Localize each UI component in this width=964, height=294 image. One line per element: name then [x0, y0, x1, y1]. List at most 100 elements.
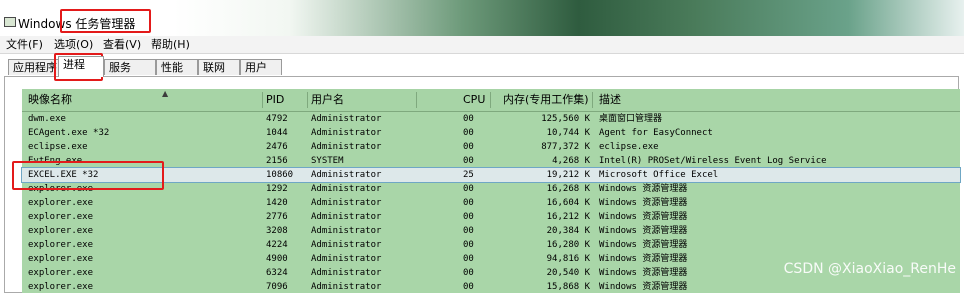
table-row[interactable]: explorer.exe 4224 Administrator 00 16,280 K W… [22, 238, 960, 252]
user-cell: Administrator [311, 198, 382, 208]
memory-cell: 16,604 K [546, 198, 590, 208]
tab-processes[interactable]: 进程 [58, 56, 104, 77]
user-cell: Administrator [311, 282, 382, 292]
column-header-memory[interactable]: 内存(专用工作集) [503, 89, 589, 111]
user-cell: Administrator [311, 114, 382, 124]
cpu-cell: 00 [463, 142, 474, 152]
table-row[interactable]: explorer.exe 3208 Administrator 00 20,384 K W… [22, 224, 960, 238]
image-name-cell: explorer.exe [28, 282, 94, 292]
pid-cell: 4224 [266, 240, 288, 250]
description-cell: Windows 资源管理器 [599, 184, 688, 194]
cpu-cell: 00 [463, 282, 474, 292]
menu-bar: 文件(F) 选项(O) 查看(V) 帮助(H) [0, 36, 964, 54]
tab-applications[interactable]: 应用程序 [8, 59, 60, 75]
description-cell: Windows 资源管理器 [599, 212, 688, 222]
description-cell: 桌面窗口管理器 [599, 114, 663, 124]
memory-cell: 4,268 K [552, 156, 590, 166]
column-divider[interactable] [307, 92, 308, 108]
cpu-cell: 00 [463, 128, 474, 138]
pid-cell: 6324 [266, 268, 288, 278]
tab-networking[interactable]: 联网 [198, 59, 240, 75]
watermark: CSDN @XiaoXiao_RenHe [783, 261, 956, 277]
pid-cell: 2776 [266, 212, 288, 222]
image-name-cell: explorer.exe [28, 184, 94, 194]
menu-options[interactable]: 选项(O) [54, 36, 93, 53]
image-name-cell: explorer.exe [28, 212, 94, 222]
pid-cell: 4900 [266, 254, 288, 264]
table-row[interactable]: eclipse.exe 2476 Administrator 00 877,372 K e… [22, 140, 960, 154]
user-cell: Administrator [311, 212, 382, 222]
column-divider[interactable] [490, 92, 491, 108]
sort-up-icon: ▲ [162, 89, 169, 98]
pid-cell: 1292 [266, 184, 288, 194]
column-header-description[interactable]: 描述 [599, 89, 621, 111]
user-cell: Administrator [311, 254, 382, 264]
user-cell: Administrator [311, 128, 382, 138]
user-cell: Administrator [311, 142, 382, 152]
image-name-cell: explorer.exe [28, 198, 94, 208]
tab-performance[interactable]: 性能 [156, 59, 198, 75]
cpu-cell: 00 [463, 184, 474, 194]
user-cell: Administrator [311, 184, 382, 194]
column-header-cpu[interactable]: CPU [463, 89, 485, 111]
pid-cell: 1044 [266, 128, 288, 138]
column-divider[interactable] [592, 92, 593, 108]
table-header: ▲ 映像名称 PID 用户名 CPU 内存(专用工作集) 描述 [22, 89, 960, 112]
image-name-cell: dwm.exe [28, 114, 66, 124]
pid-cell: 3208 [266, 226, 288, 236]
description-cell: Windows 资源管理器 [599, 240, 688, 250]
image-name-cell: ECAgent.exe *32 [28, 128, 110, 138]
cpu-cell: 00 [463, 240, 474, 250]
table-row[interactable]: explorer.exe 1420 Administrator 00 16,604 K W… [22, 196, 960, 210]
description-cell: Windows 资源管理器 [599, 282, 688, 292]
memory-cell: 16,212 K [546, 212, 590, 222]
tab-services[interactable]: 服务 [104, 59, 156, 75]
memory-cell: 16,280 K [546, 240, 590, 250]
description-cell: Intel(R) PROSet/Wireless Event Log Servi… [599, 156, 827, 166]
description-cell: Windows 资源管理器 [599, 226, 688, 236]
image-name-cell: EXCEL.EXE *32 [28, 170, 99, 180]
pid-cell: 1420 [266, 198, 288, 208]
user-cell: Administrator [311, 240, 382, 250]
window-title: Windows 任务管理器 [18, 17, 136, 31]
image-name-cell: EvtEng.exe [28, 156, 83, 166]
table-row[interactable]: dwm.exe 4792 Administrator 00 125,560 K 桌面窗口管… [22, 112, 960, 126]
table-row[interactable]: EvtEng.exe 2156 SYSTEM 00 4,268 K Intel(R) PR… [22, 154, 960, 168]
table-row[interactable]: ECAgent.exe *32 1044 Administrator 00 10,744… [22, 126, 960, 140]
memory-cell: 15,868 K [546, 282, 590, 292]
memory-cell: 20,540 K [546, 268, 590, 278]
image-name-cell: eclipse.exe [28, 142, 88, 152]
image-name-cell: explorer.exe [28, 226, 94, 236]
column-divider[interactable] [416, 92, 417, 108]
cpu-cell: 00 [463, 114, 474, 124]
column-header-image-name[interactable]: 映像名称 [28, 89, 72, 111]
description-cell: eclipse.exe [599, 142, 659, 152]
task-manager-icon [4, 17, 16, 27]
menu-help[interactable]: 帮助(H) [151, 36, 190, 53]
image-name-cell: explorer.exe [28, 268, 94, 278]
image-name-cell: explorer.exe [28, 240, 94, 250]
pid-cell: 2156 [266, 156, 288, 166]
description-cell: Agent for EasyConnect [599, 128, 713, 138]
column-divider[interactable] [262, 92, 263, 108]
column-header-user[interactable]: 用户名 [311, 89, 344, 111]
table-row[interactable]: explorer.exe 1292 Administrator 00 16,268 K W… [22, 182, 960, 196]
cpu-cell: 00 [463, 254, 474, 264]
cpu-cell: 00 [463, 212, 474, 222]
title-bar: Windows 任务管理器 [0, 0, 964, 36]
menu-file[interactable]: 文件(F) [6, 36, 43, 53]
cpu-cell: 00 [463, 198, 474, 208]
memory-cell: 19,212 K [546, 170, 590, 180]
tab-users[interactable]: 用户 [240, 59, 282, 75]
description-cell: Windows 资源管理器 [599, 198, 688, 208]
memory-cell: 10,744 K [546, 128, 590, 138]
menu-view[interactable]: 查看(V) [103, 36, 141, 53]
table-row[interactable]: explorer.exe 7096 Administrator 00 15,868 K W… [22, 280, 960, 294]
user-cell: SYSTEM [311, 156, 344, 166]
image-name-cell: explorer.exe [28, 254, 94, 264]
description-cell: Microsoft Office Excel [599, 170, 719, 180]
pid-cell: 4792 [266, 114, 288, 124]
column-header-pid[interactable]: PID [266, 89, 284, 111]
table-row[interactable]: EXCEL.EXE *32 10860 Administrator 25 19,212 … [21, 167, 961, 183]
table-row[interactable]: explorer.exe 2776 Administrator 00 16,212 K W… [22, 210, 960, 224]
